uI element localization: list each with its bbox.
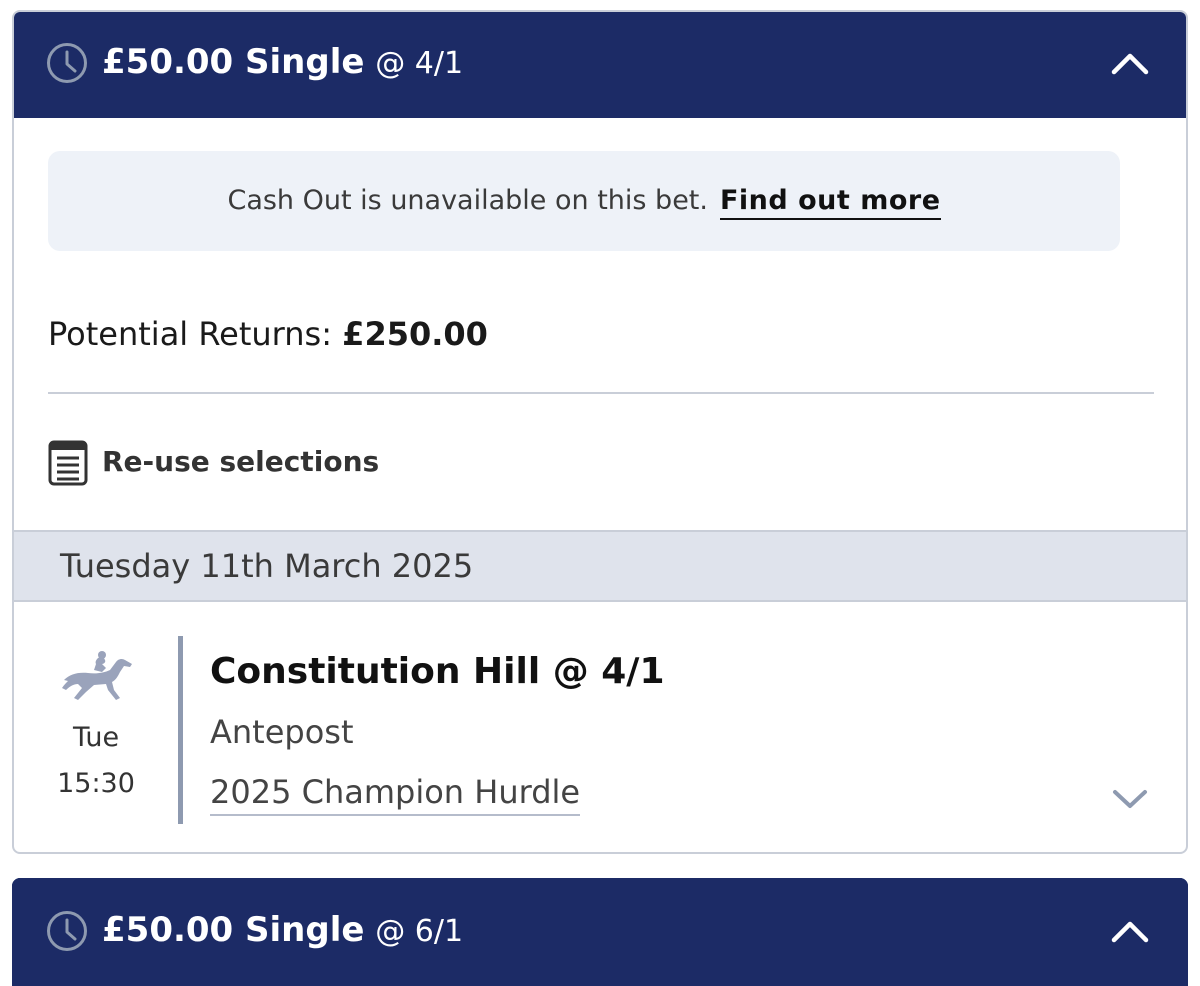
cashout-notice: Cash Out is unavailable on this bet. Find… [48,151,1120,251]
market-name: Antepost [210,713,354,751]
chevron-up-icon[interactable] [1110,50,1150,76]
clock-icon [47,43,87,83]
selection-divider [178,636,183,824]
bet-title: £50.00 Single @ 6/1 [102,908,463,954]
chevron-down-icon[interactable] [1112,788,1148,810]
bet-header[interactable]: £50.00 Single @ 4/1 [14,12,1186,118]
bet-header[interactable]: £50.00 Single @ 6/1 [12,878,1188,986]
bet-title: £50.00 Single @ 4/1 [102,40,463,86]
bet-odds: @ 6/1 [375,914,464,949]
divider [48,392,1154,394]
bet-stake-type: £50.00 Single [102,910,365,950]
clock-icon [47,911,87,951]
chevron-up-icon[interactable] [1110,918,1150,944]
returns-label: Potential Returns: [48,315,332,353]
selection-name: Constitution Hill @ 4/1 [210,651,665,692]
cashout-notice-text: Cash Out is unavailable on this bet. [227,185,708,216]
reuse-selections-label: Re-use selections [102,445,380,478]
event-link[interactable]: 2025 Champion Hurdle [210,770,581,816]
date-header: Tuesday 11th March 2025 [14,530,1186,602]
document-list-icon [48,440,88,486]
race-day: Tue [72,722,120,753]
potential-returns: Potential Returns: £250.00 [48,312,488,356]
bet-card: £50.00 Single @ 6/1 [12,878,1188,986]
event-date: Tuesday 11th March 2025 [60,547,474,585]
bet-card: £50.00 Single @ 4/1 Cash Out is unavaila… [12,10,1188,854]
race-time: 15:30 [57,768,135,799]
bet-odds: @ 4/1 [375,46,464,81]
horse-racing-icon [62,651,132,700]
returns-value: £250.00 [342,315,488,353]
find-out-more-link[interactable]: Find out more [719,185,941,220]
bet-stake-type: £50.00 Single [102,42,365,82]
